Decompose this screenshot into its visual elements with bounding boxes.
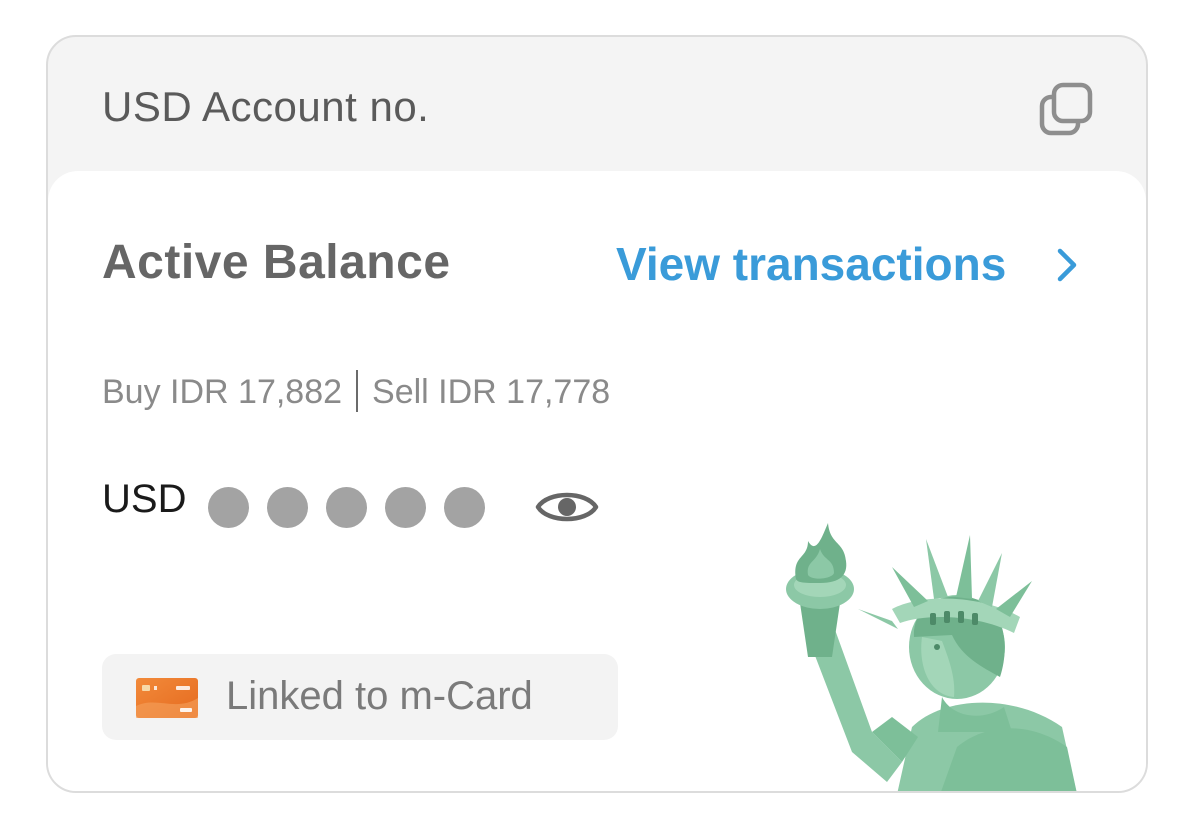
usd-account-card: USD Account no. Active Balance View tran…: [46, 35, 1148, 793]
sell-rate: Sell IDR 17,778: [372, 373, 611, 411]
buy-rate: Buy IDR 17,882: [102, 373, 343, 411]
mask-dot: [385, 487, 426, 528]
statue-of-liberty-illustration: [742, 517, 1102, 791]
copy-icon[interactable]: [1038, 81, 1098, 141]
rate-divider: [356, 370, 359, 413]
mask-dot: [267, 487, 308, 528]
mask-dot: [444, 487, 485, 528]
eye-icon[interactable]: [534, 481, 600, 533]
exchange-rates: Buy IDR 17,882 Sell IDR 17,778: [102, 370, 611, 415]
active-balance-title: Active Balance: [102, 236, 451, 289]
linked-mcard-label: Linked to m-Card: [226, 674, 533, 718]
masked-balance: [208, 487, 485, 528]
mask-dot: [326, 487, 367, 528]
account-number-label: USD Account no.: [102, 83, 430, 130]
view-transactions-link[interactable]: View transactions: [616, 237, 1006, 291]
mcard-icon: [136, 678, 198, 718]
chevron-right-icon[interactable]: [1052, 245, 1082, 285]
account-header: USD Account no.: [48, 37, 1146, 177]
mask-dot: [208, 487, 249, 528]
currency-code: USD: [102, 477, 187, 521]
linked-mcard-button[interactable]: Linked to m-Card: [102, 654, 618, 740]
balance-panel: Active Balance View transactions Buy IDR…: [48, 171, 1146, 791]
